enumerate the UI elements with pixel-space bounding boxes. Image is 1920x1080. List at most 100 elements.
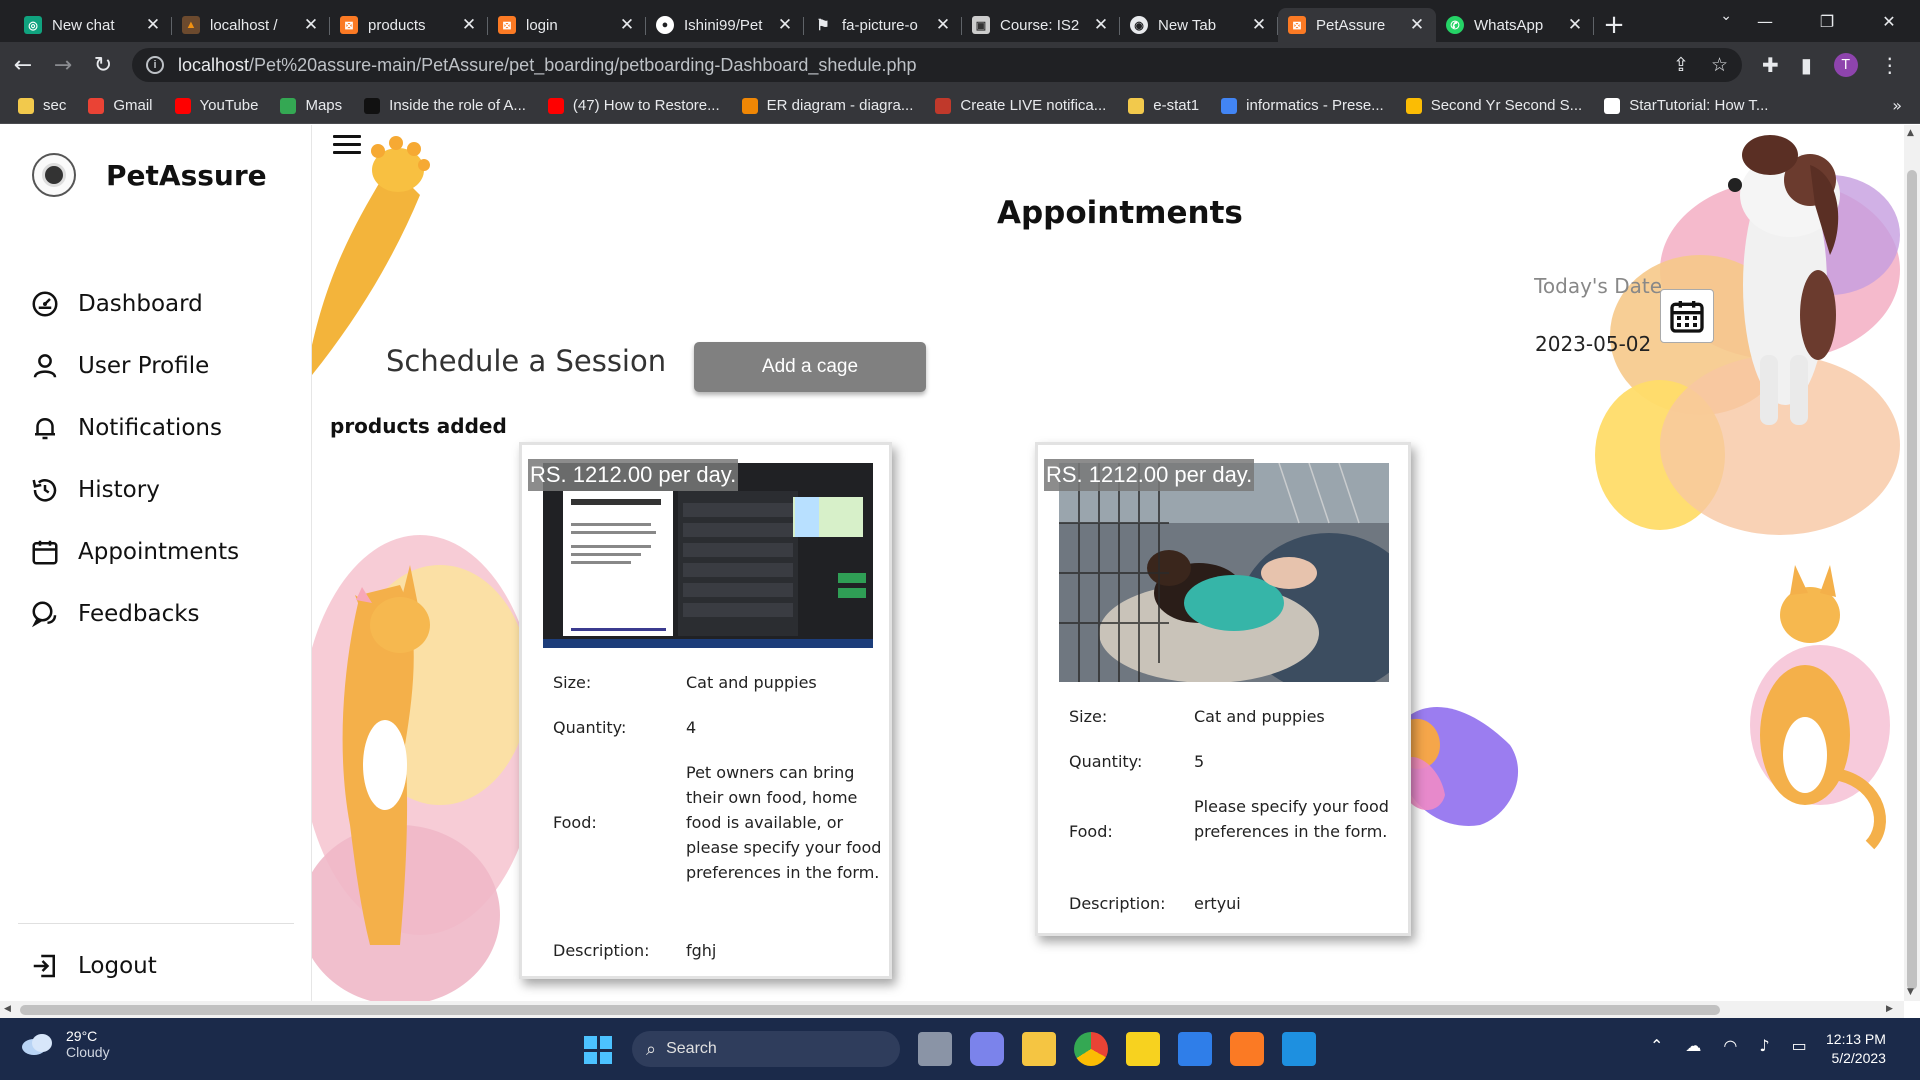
back-icon[interactable]: ← <box>6 48 40 82</box>
share-icon[interactable]: ⇪ <box>1673 54 1689 77</box>
sidebar-item-appointments[interactable]: Appointments <box>30 521 239 583</box>
browser-tab[interactable]: ▣ Course: IS2 ✕ <box>962 8 1120 42</box>
bookmark-item[interactable]: informatics - Prese... <box>1221 97 1384 114</box>
site-info-icon[interactable]: i <box>146 56 164 74</box>
calendar-icon <box>32 540 58 565</box>
onedrive-icon[interactable]: ☁ <box>1685 1036 1701 1055</box>
bookmark-item[interactable]: ER diagram - diagra... <box>741 97 913 114</box>
chevron-up-icon[interactable]: ⌃ <box>1650 1036 1663 1055</box>
close-icon[interactable]: ✕ <box>934 15 952 35</box>
description-label: Description: <box>553 941 650 960</box>
browser-tab[interactable]: ⚑ fa-picture-o ✕ <box>804 8 962 42</box>
browser-tab[interactable]: ⊠ products ✕ <box>330 8 488 42</box>
tab-favicon: ◉ <box>1130 16 1148 34</box>
bookmark-item[interactable]: Maps <box>280 97 342 114</box>
vertical-scrollbar[interactable]: ▲ ▼ <box>1904 125 1920 1001</box>
scroll-left-icon[interactable]: ◀ <box>4 1004 11 1014</box>
close-icon[interactable]: ✕ <box>776 15 794 35</box>
chrome-icon[interactable] <box>1074 1032 1108 1066</box>
browser-tab[interactable]: ◎ New chat ✕ <box>14 8 172 42</box>
bookmark-item[interactable]: StarTutorial: How T... <box>1604 97 1768 114</box>
sidebar-item-feedbacks[interactable]: Feedbacks <box>30 583 239 645</box>
horizontal-scrollbar[interactable]: ◀ ▶ <box>0 1001 1904 1018</box>
volume-icon[interactable]: ♪ <box>1759 1036 1769 1055</box>
add-cage-button[interactable]: Add a cage <box>694 342 926 392</box>
menu-icon[interactable]: ⋮ <box>1880 53 1900 77</box>
reload-icon[interactable]: ↻ <box>86 48 120 82</box>
products-added-heading: products added <box>330 414 507 438</box>
taskbar-search[interactable]: ⌕ Search <box>632 1031 900 1067</box>
file-explorer-icon[interactable] <box>1022 1032 1056 1066</box>
browser-tab[interactable]: ✆ WhatsApp ✕ <box>1436 8 1594 42</box>
browser-tab[interactable]: ▲ localhost / ✕ <box>172 8 330 42</box>
extensions-icon[interactable]: ✚ <box>1762 53 1779 77</box>
browser-tab[interactable]: ● Ishini99/Pet ✕ <box>646 8 804 42</box>
cage-card[interactable]: RS. 1212.00 per day. Size: Cat and puppi… <box>519 442 892 979</box>
vscode-icon[interactable] <box>1282 1032 1316 1066</box>
bookmark-item[interactable]: (47) How to Restore... <box>547 97 720 114</box>
close-icon[interactable]: ✕ <box>1250 15 1268 35</box>
browser-tab-active[interactable]: ⊠ PetAssure ✕ <box>1278 8 1436 42</box>
hamburger-menu-icon[interactable] <box>333 135 361 155</box>
tab-favicon: ⊠ <box>498 16 516 34</box>
bookmark-item[interactable]: Create LIVE notifica... <box>935 97 1106 114</box>
scrollbar-thumb[interactable] <box>1907 170 1917 990</box>
scroll-right-icon[interactable]: ▶ <box>1886 1004 1893 1014</box>
calendar-icon[interactable] <box>1660 289 1714 343</box>
close-window-icon[interactable]: ✕ <box>1858 12 1920 31</box>
task-view-icon[interactable] <box>918 1032 952 1066</box>
sticky-notes-icon[interactable] <box>1126 1032 1160 1066</box>
sidebar-item-user-profile[interactable]: User Profile <box>30 335 239 397</box>
sidebar-item-history[interactable]: History <box>30 459 239 521</box>
teams-chat-icon[interactable] <box>970 1032 1004 1066</box>
forward-icon[interactable]: → <box>46 48 80 82</box>
brand-name: PetAssure <box>106 158 267 192</box>
profile-avatar[interactable]: T <box>1833 53 1858 77</box>
browser-tab[interactable]: ⊠ login ✕ <box>488 8 646 42</box>
restore-icon[interactable]: ❐ <box>1796 12 1858 31</box>
browser-tab[interactable]: ◉ New Tab ✕ <box>1120 8 1278 42</box>
close-icon[interactable]: ✕ <box>618 15 636 35</box>
close-icon[interactable]: ✕ <box>144 15 162 35</box>
minimize-icon[interactable]: — <box>1734 12 1796 31</box>
bookmark-item[interactable]: Inside the role of A... <box>364 97 526 114</box>
microsoft-store-icon[interactable] <box>1178 1032 1212 1066</box>
scrollbar-thumb[interactable] <box>20 1005 1720 1015</box>
tab-favicon: ⊠ <box>1288 16 1306 34</box>
close-icon[interactable]: ✕ <box>460 15 478 35</box>
address-bar[interactable]: i localhost/Pet%20assure-main/PetAssure/… <box>132 48 1742 82</box>
bookmark-item[interactable]: Gmail <box>88 97 153 114</box>
bookmark-item[interactable]: sec <box>18 97 66 114</box>
scroll-up-icon[interactable]: ▲ <box>1907 128 1914 138</box>
bookmark-item[interactable]: Second Yr Second S... <box>1405 97 1582 114</box>
tab-favicon: ⚑ <box>814 16 832 34</box>
logout-button[interactable]: Logout <box>30 951 157 981</box>
drawio-icon <box>741 97 758 114</box>
bookmark-item[interactable]: YouTube <box>174 97 258 114</box>
close-icon[interactable]: ✕ <box>1408 15 1426 35</box>
maps-icon <box>280 97 297 114</box>
more-bookmarks-icon[interactable]: » <box>1892 96 1902 115</box>
clock[interactable]: 12:13 PM 5/2/2023 <box>1826 1030 1886 1068</box>
close-icon[interactable]: ✕ <box>1092 15 1110 35</box>
side-panel-icon[interactable]: ▮ <box>1801 53 1812 77</box>
start-button[interactable] <box>584 1036 612 1064</box>
bookmark-item[interactable]: e-stat1 <box>1128 97 1199 114</box>
sidebar-item-notifications[interactable]: Notifications <box>30 397 239 459</box>
size-label: Size: <box>553 673 592 692</box>
weather-widget[interactable]: 29°C Cloudy <box>20 1028 110 1060</box>
cage-card[interactable]: RS. 1212.00 per day. Size: Cat and puppi… <box>1035 442 1411 936</box>
scroll-down-icon[interactable]: ▼ <box>1907 987 1914 997</box>
battery-icon[interactable]: ▭ <box>1792 1036 1807 1055</box>
wifi-icon[interactable]: ◠ <box>1723 1036 1737 1055</box>
new-tab-button[interactable]: + <box>1594 8 1634 42</box>
sidebar-item-dashboard[interactable]: Dashboard <box>30 273 239 335</box>
close-icon[interactable]: ✕ <box>1566 15 1584 35</box>
xampp-icon[interactable] <box>1230 1032 1264 1066</box>
bookmark-star-icon[interactable]: ☆ <box>1711 54 1728 77</box>
dashboard-icon <box>32 291 58 317</box>
brand[interactable]: PetAssure <box>32 153 267 197</box>
close-icon[interactable]: ✕ <box>302 15 320 35</box>
tab-search-icon[interactable]: ⌄ <box>1720 8 1732 24</box>
site-icon <box>1604 97 1621 114</box>
